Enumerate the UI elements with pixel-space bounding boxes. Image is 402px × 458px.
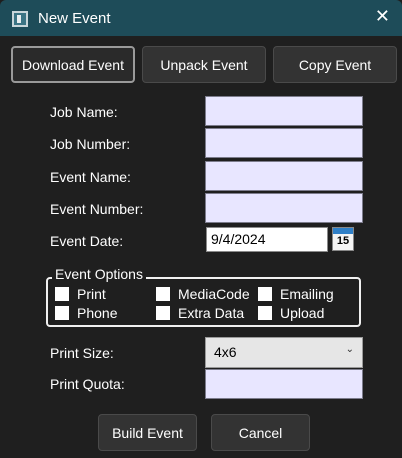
event-date-label: Event Date: xyxy=(50,233,124,249)
job-name-field[interactable] xyxy=(205,96,363,126)
upload-checkbox-label: Upload xyxy=(280,305,325,321)
print-quota-label: Print Quota: xyxy=(50,376,125,392)
calendar-day: 15 xyxy=(336,235,350,247)
chevron-down-icon: ⌄ xyxy=(345,344,354,355)
job-name-label: Job Name: xyxy=(50,104,118,120)
download-event-button[interactable]: Download Event xyxy=(11,46,135,83)
emailing-checkbox-label: Emailing xyxy=(280,286,334,302)
extra-data-checkbox-label: Extra Data xyxy=(178,305,245,321)
copy-event-button[interactable]: Copy Event xyxy=(273,46,397,83)
unpack-event-button[interactable]: Unpack Event xyxy=(142,46,266,83)
event-name-field[interactable] xyxy=(205,161,363,191)
event-number-field[interactable] xyxy=(205,193,363,223)
app-window-icon xyxy=(12,11,28,27)
title-bar: New Event ✕ xyxy=(0,0,402,36)
print-quota-field[interactable] xyxy=(205,369,363,399)
emailing-checkbox[interactable] xyxy=(258,287,272,301)
calendar-icon[interactable]: 15 xyxy=(332,227,354,251)
mediacode-checkbox-label: MediaCode xyxy=(178,286,250,302)
mediacode-checkbox[interactable] xyxy=(156,287,170,301)
cancel-button[interactable]: Cancel xyxy=(211,414,310,451)
print-checkbox-label: Print xyxy=(77,286,106,302)
print-size-select[interactable]: 4x6 ⌄ xyxy=(205,337,363,368)
phone-checkbox[interactable] xyxy=(55,306,69,320)
event-options-title: Event Options xyxy=(52,266,146,282)
event-number-label: Event Number: xyxy=(50,201,144,217)
event-name-label: Event Name: xyxy=(50,169,131,185)
close-icon[interactable]: ✕ xyxy=(375,6,390,26)
phone-checkbox-label: Phone xyxy=(77,305,118,321)
print-checkbox[interactable] xyxy=(55,287,69,301)
print-size-value: 4x6 xyxy=(214,344,237,360)
event-date-field[interactable]: 9/4/2024 xyxy=(206,227,328,252)
new-event-dialog: New Event ✕ Download Event Unpack Event … xyxy=(0,0,402,458)
print-size-label: Print Size: xyxy=(50,345,114,361)
job-number-label: Job Number: xyxy=(50,136,131,152)
window-title: New Event xyxy=(38,10,111,27)
extra-data-checkbox[interactable] xyxy=(156,306,170,320)
build-event-button[interactable]: Build Event xyxy=(98,414,197,451)
job-number-field[interactable] xyxy=(205,128,363,158)
upload-checkbox[interactable] xyxy=(258,306,272,320)
